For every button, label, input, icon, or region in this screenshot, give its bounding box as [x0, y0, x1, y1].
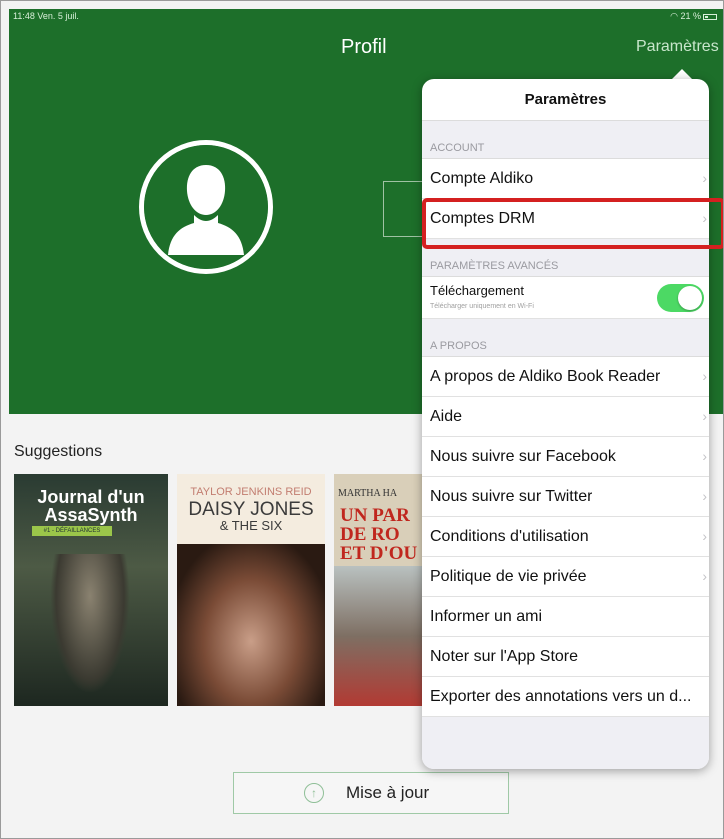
arrow-up-circle-icon: ↑	[304, 783, 324, 803]
menu-item-conditions[interactable]: Conditions d'utilisation ›	[422, 517, 709, 557]
settings-popover: Paramètres ACCOUNT Compte Aldiko › Compt…	[422, 79, 709, 769]
book-cover-3[interactable]: MARTHA HA UN PAR DE RO ET D'OU	[334, 474, 422, 706]
cover-figure	[50, 554, 130, 694]
book-cover-2[interactable]: TAYLOR JENKINS REID DAISY JONES & THE SI…	[177, 474, 325, 706]
download-wifi-toggle[interactable]	[657, 284, 704, 312]
book-title: Journal d'un AssaSynth	[37, 487, 145, 525]
battery-icon	[703, 13, 717, 20]
menu-item-twitter[interactable]: Nous suivre sur Twitter ›	[422, 477, 709, 517]
book-cover-1[interactable]: Journal d'un AssaSynth #1 - DÉFAILLANCES	[14, 474, 168, 706]
popover-footer-space	[422, 717, 709, 769]
menu-item-compte-aldiko[interactable]: Compte Aldiko ›	[422, 159, 709, 199]
chevron-right-icon: ›	[702, 408, 707, 424]
menu-item-about-aldiko[interactable]: A propos de Aldiko Book Reader ›	[422, 357, 709, 397]
chevron-right-icon: ›	[702, 448, 707, 464]
chevron-right-icon: ›	[702, 528, 707, 544]
page-title: Profil	[341, 36, 387, 58]
popover-title: Paramètres	[422, 79, 709, 121]
book-title: DAISY JONES	[188, 499, 314, 520]
chevron-right-icon: ›	[702, 568, 707, 584]
menu-item-privacy[interactable]: Politique de vie privée ›	[422, 557, 709, 597]
suggestions-title: Suggestions	[14, 443, 103, 460]
app-window: 11:48 Ven. 5 juil. ◠ 21 % Profil Paramèt…	[0, 0, 724, 839]
status-time: 11:48 Ven. 5 juil.	[13, 11, 79, 21]
section-header-about: A PROPOS	[422, 319, 709, 357]
menu-item-facebook[interactable]: Nous suivre sur Facebook ›	[422, 437, 709, 477]
status-battery: ◠ 21 %	[670, 11, 717, 22]
menu-item-rate-app[interactable]: Noter sur l'App Store	[422, 637, 709, 677]
update-button-label: Mise à jour	[346, 783, 430, 802]
user-silhouette-icon	[144, 145, 268, 269]
menu-item-export-annotations[interactable]: Exporter des annotations vers un d...	[422, 677, 709, 717]
book-subtitle: & THE SIX	[219, 518, 283, 533]
book-title: UN PAR DE RO ET D'OU	[340, 505, 418, 564]
menu-item-tell-friend[interactable]: Informer un ami	[422, 597, 709, 637]
status-bar: 11:48 Ven. 5 juil. ◠ 21 %	[13, 11, 717, 25]
cover-portrait	[177, 544, 325, 706]
highlight-annotation	[422, 198, 723, 249]
avatar[interactable]	[139, 140, 273, 274]
book-tag: #1 - DÉFAILLANCES	[32, 526, 112, 536]
chevron-right-icon: ›	[702, 488, 707, 504]
settings-link[interactable]: Paramètres	[636, 38, 719, 56]
menu-item-aide[interactable]: Aide ›	[422, 397, 709, 437]
book-author: TAYLOR JENKINS REID	[190, 486, 312, 498]
chevron-right-icon: ›	[702, 170, 707, 186]
section-header-account: ACCOUNT	[422, 121, 709, 159]
book-author: MARTHA HA	[338, 488, 398, 499]
menu-item-telechargement: Téléchargement Télécharger uniquement en…	[422, 277, 709, 319]
cover-picture	[334, 566, 422, 706]
chevron-right-icon: ›	[702, 368, 707, 384]
wifi-icon: ◠	[670, 11, 681, 21]
update-button[interactable]: ↑ Mise à jour	[233, 772, 509, 814]
